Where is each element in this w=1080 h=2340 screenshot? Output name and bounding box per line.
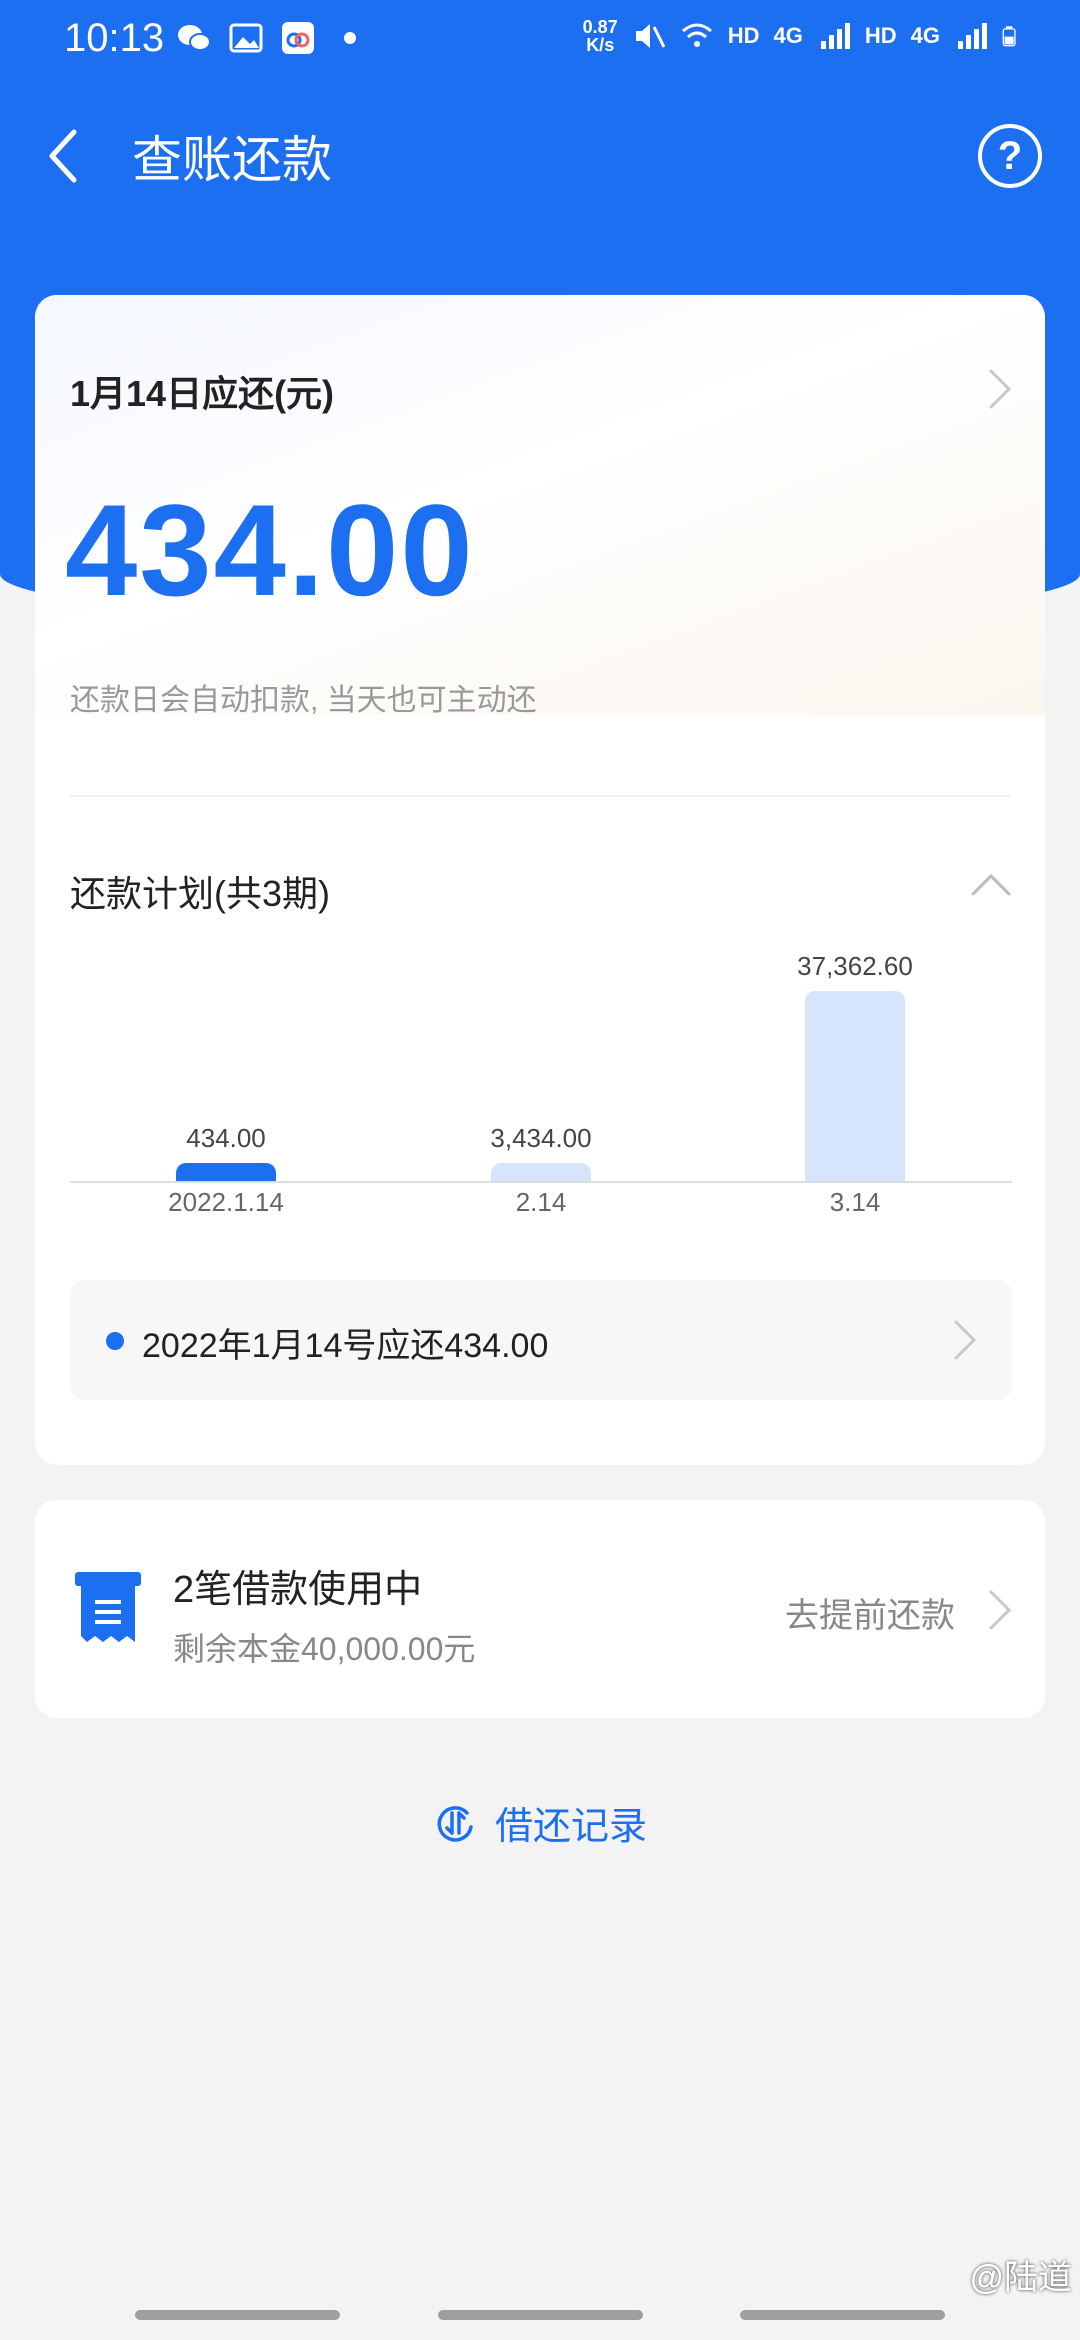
status-system-icons: 0.87 K/s HD 4G HD 4G (583, 18, 1024, 54)
status-notification-icons (176, 20, 356, 56)
chart-x-label: 2.14 (515, 1187, 567, 1217)
chart-x-label: 2022.1.14 (168, 1187, 284, 1217)
help-icon[interactable]: ? (978, 124, 1042, 188)
records-link[interactable]: 借还记录 (0, 1795, 1080, 1855)
wechat-icon (178, 25, 211, 51)
repayment-plan-title: 还款计划(共3期) (70, 873, 330, 914)
network-type-1: 4G (773, 23, 803, 48)
chart-bar-1[interactable] (176, 1163, 276, 1181)
due-date-label[interactable]: 1月14日应还(元) (70, 365, 334, 417)
hd-label-1: HD (727, 23, 760, 48)
chevron-up-icon[interactable] (969, 870, 1013, 900)
status-bar: 10:13 0.87 K/s HD 4G HD 4G (0, 0, 1080, 84)
mute-icon (635, 24, 666, 48)
remaining-principal: 剩余本金40,000.00元 (173, 1631, 476, 1667)
signal-icon-2 (958, 23, 987, 49)
due-amount: 434.00 (65, 477, 475, 623)
next-payment-row[interactable]: 2022年1月14号应还434.00 (70, 1280, 1012, 1400)
nav-bar-back[interactable] (740, 2310, 945, 2320)
hd-label-2: HD (864, 23, 897, 48)
exchange-icon (437, 1805, 473, 1842)
chart-baseline (70, 1181, 1012, 1183)
status-time: 10:13 (64, 16, 165, 60)
network-type-2: 4G (910, 23, 940, 48)
next-payment-text: 2022年1月14号应还434.00 (142, 1327, 549, 1365)
app-notification-icon (282, 22, 314, 54)
chart-bar-2[interactable] (491, 1163, 591, 1181)
back-arrow-icon[interactable] (42, 124, 92, 188)
network-speed: 0.87 K/s (582, 17, 618, 55)
nav-bar-recent[interactable] (135, 2310, 340, 2320)
active-loans-title: 2笔借款使用中 (173, 1569, 423, 1611)
blue-dot-icon (106, 1332, 124, 1350)
chart-value-label: 37,362.60 (797, 951, 913, 981)
battery-icon (1002, 26, 1016, 47)
auto-debit-note: 还款日会自动扣款, 当天也可主动还 (70, 684, 537, 717)
receipt-icon (75, 1572, 141, 1642)
watermark: @陆道 (969, 2259, 1072, 2297)
chart-x-label: 3.14 (829, 1187, 881, 1217)
wifi-icon (681, 23, 712, 47)
chart-bar-3[interactable] (805, 991, 905, 1181)
repayment-plan-chart: 434.00 2022.1.14 3,434.00 2.14 37,362.60 3.14 (70, 935, 1012, 1265)
chevron-right-icon[interactable] (985, 365, 1015, 413)
chevron-right-icon (954, 1320, 977, 1360)
chart-value-label: 434.00 (186, 1123, 266, 1153)
gallery-icon (229, 23, 263, 53)
prepay-button[interactable]: 去提前还款 (785, 1588, 955, 1637)
divider (70, 795, 1010, 797)
more-notifications-dot (344, 32, 356, 44)
nav-bar-home[interactable] (438, 2310, 643, 2320)
chart-value-label: 3,434.00 (490, 1123, 592, 1153)
page-title: 查账还款 (132, 132, 332, 188)
chevron-right-icon (989, 1590, 1012, 1630)
active-loans-card[interactable]: 2笔借款使用中 剩余本金40,000.00元 去提前还款 (35, 1500, 1045, 1718)
signal-icon-1 (820, 23, 850, 49)
records-label: 借还记录 (494, 1806, 647, 1848)
repayment-card: 1月14日应还(元) 434.00 还款日会自动扣款, 当天也可主动还 还款计划… (35, 295, 1045, 1465)
navigation-bar[interactable] (0, 2310, 1080, 2324)
